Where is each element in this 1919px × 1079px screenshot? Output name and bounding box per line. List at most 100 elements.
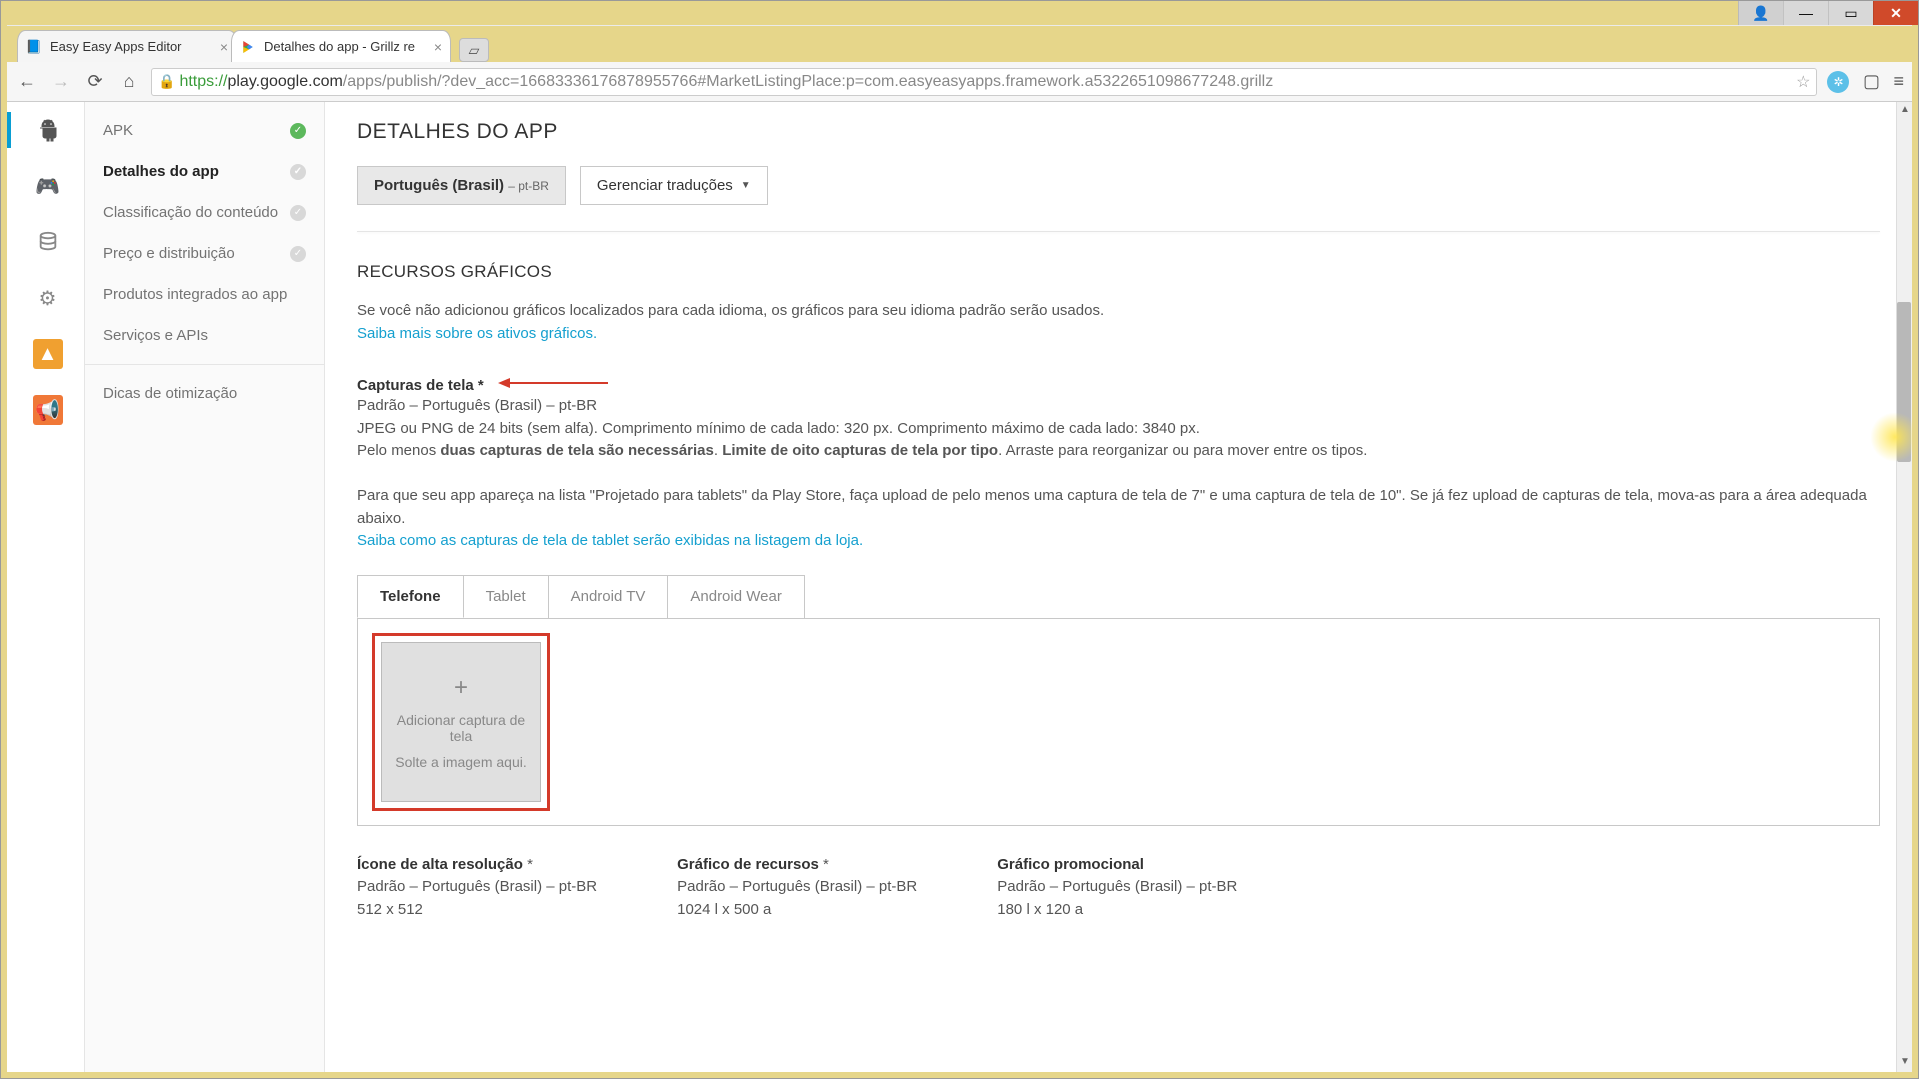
add-screenshot-button[interactable]: + Adicionar captura de tela Solte a imag… — [381, 642, 541, 802]
screenshot-drop-area[interactable]: + Adicionar captura de tela Solte a imag… — [357, 618, 1880, 826]
window-maximize-button[interactable]: ▭ — [1828, 1, 1873, 25]
tablet-note: Para que seu app apareça na lista "Proje… — [357, 487, 1867, 527]
sidebar-item-apk[interactable]: APK ✓ — [85, 110, 324, 151]
status-check-icon: ✓ — [290, 205, 306, 221]
asset-size: 512 x 512 — [357, 901, 423, 918]
req-suffix: . Arraste para reorganizar ou para mover… — [998, 442, 1367, 459]
url-host: play.google.com — [227, 73, 342, 91]
asset-lang: Padrão – Português (Brasil) – pt-BR — [357, 878, 597, 895]
device-tab-tablet[interactable]: Tablet — [463, 575, 549, 618]
manage-translations-button[interactable]: Gerenciar traduções — [580, 166, 768, 205]
sidebar-item-dicas[interactable]: Dicas de otimização — [85, 373, 324, 414]
panel-icon[interactable]: ▢ — [1859, 71, 1883, 92]
sidebar-item-detalhes[interactable]: Detalhes do app ✓ — [85, 151, 324, 192]
sidebar-item-label: Classificação do conteúdo — [103, 204, 278, 221]
plus-icon: + — [454, 674, 468, 702]
window-minimize-button[interactable]: — — [1783, 1, 1828, 25]
screenshots-label: Capturas de tela * — [357, 377, 484, 394]
page-title: DETALHES DO APP — [357, 120, 1880, 144]
rail-warning-icon[interactable]: ▲ — [7, 336, 84, 372]
screenshots-label-text: Capturas de tela — [357, 377, 474, 394]
asset-title: Gráfico promocional — [997, 856, 1144, 873]
scroll-down-icon[interactable]: ▼ — [1898, 1056, 1912, 1070]
asset-promo-graphic: Gráfico promocional Padrão – Português (… — [997, 854, 1237, 922]
divider — [357, 231, 1880, 232]
section-title: RECURSOS GRÁFICOS — [357, 262, 1880, 282]
red-arrow-annotation — [498, 376, 608, 395]
scroll-up-icon[interactable]: ▲ — [1898, 104, 1912, 118]
asset-lang: Padrão – Português (Brasil) – pt-BR — [997, 878, 1237, 895]
req-bold2: Limite de oito capturas de tela por tipo — [722, 442, 998, 459]
required-asterisk: * — [478, 377, 484, 394]
url-path: /apps/publish/?dev_acc=16683336176878955… — [343, 73, 1273, 91]
sidebar-item-label: Serviços e APIs — [103, 327, 208, 344]
spec-text: JPEG ou PNG de 24 bits (sem alfa). Compr… — [357, 420, 1200, 437]
extension-icon[interactable]: ✲ — [1827, 71, 1849, 93]
language-main: Português (Brasil) — [374, 177, 504, 194]
sidebar: APK ✓ Detalhes do app ✓ Classificação do… — [85, 102, 325, 1072]
rail-gear-icon[interactable]: ⚙ — [7, 280, 84, 316]
status-check-icon: ✓ — [290, 123, 306, 139]
device-tab-telefone[interactable]: Telefone — [357, 575, 464, 618]
main-panel: DETALHES DO APP Português (Brasil) – pt-… — [325, 102, 1912, 1072]
browser-toolbar: ← → ⟳ ⌂ 🔒 https://play.google.com/apps/p… — [7, 62, 1912, 102]
favicon-play — [240, 39, 256, 55]
asset-title: Gráfico de recursos — [677, 856, 819, 873]
chrome-menu-button[interactable]: ≡ — [1893, 71, 1904, 92]
sidebar-item-label: Preço e distribuição — [103, 245, 235, 262]
rail-android-icon[interactable] — [7, 112, 84, 148]
url-bar[interactable]: 🔒 https://play.google.com/apps/publish/?… — [151, 68, 1817, 96]
tab-title: Detalhes do app - Grillz re — [264, 39, 428, 54]
learn-more-link[interactable]: Saiba mais sobre os ativos gráficos. — [357, 325, 597, 342]
required-asterisk: * — [823, 856, 829, 873]
language-selector[interactable]: Português (Brasil) – pt-BR — [357, 166, 566, 205]
home-button[interactable]: ⌂ — [117, 71, 141, 92]
vertical-scrollbar[interactable]: ▲ ▼ — [1896, 102, 1912, 1072]
asset-title: Ícone de alta resolução — [357, 856, 523, 873]
lock-icon: 🔒 — [158, 73, 175, 90]
rail-campaign-icon[interactable]: 📢 — [7, 392, 84, 428]
tab-close-icon[interactable]: × — [434, 39, 442, 55]
asset-feature-graphic: Gráfico de recursos * Padrão – Português… — [677, 854, 917, 922]
manage-translations-label: Gerenciar traduções — [597, 177, 733, 194]
browser-tabstrip: 📘 Easy Easy Apps Editor × Detalhes do ap… — [7, 26, 1912, 62]
device-tabs: Telefone Tablet Android TV Android Wear — [357, 575, 1880, 618]
new-tab-button[interactable]: ▱ — [459, 38, 489, 62]
left-rail: 🎮 ⚙ ▲ 📢 — [7, 102, 85, 1072]
reload-button[interactable]: ⟳ — [83, 71, 107, 92]
add-screenshot-label: Adicionar captura de tela — [390, 712, 532, 744]
browser-tab[interactable]: 📘 Easy Easy Apps Editor × — [17, 30, 237, 62]
sidebar-item-produtos[interactable]: Produtos integrados ao app — [85, 274, 324, 315]
window-user-button[interactable]: 👤 — [1738, 1, 1783, 25]
asset-icon-hires: Ícone de alta resolução * Padrão – Portu… — [357, 854, 597, 922]
sidebar-item-classificacao[interactable]: Classificação do conteúdo ✓ — [85, 192, 324, 233]
status-check-icon: ✓ — [290, 164, 306, 180]
req-bold1: duas capturas de tela são necessárias — [440, 442, 713, 459]
tab-close-icon[interactable]: × — [220, 39, 228, 55]
device-tab-androidtv[interactable]: Android TV — [548, 575, 669, 618]
status-check-icon: ✓ — [290, 246, 306, 262]
asset-size: 180 l x 120 a — [997, 901, 1083, 918]
drop-here-label: Solte a imagem aqui. — [395, 754, 527, 770]
sidebar-item-servicos[interactable]: Serviços e APIs — [85, 315, 324, 356]
tablet-link[interactable]: Saiba como as capturas de tela de tablet… — [357, 532, 863, 549]
rail-database-icon[interactable] — [7, 224, 84, 260]
forward-button[interactable]: → — [49, 71, 73, 92]
asset-lang: Padrão – Português (Brasil) – pt-BR — [677, 878, 917, 895]
section-intro: Se você não adicionou gráficos localizad… — [357, 302, 1104, 319]
rail-gamepad-icon[interactable]: 🎮 — [7, 168, 84, 204]
url-scheme: https:// — [179, 73, 227, 91]
sidebar-item-label: Produtos integrados ao app — [103, 286, 287, 303]
scrollbar-thumb[interactable] — [1897, 302, 1911, 462]
favicon-easyapps: 📘 — [26, 39, 42, 55]
device-tab-androidwear[interactable]: Android Wear — [667, 575, 804, 618]
bookmark-star-icon[interactable]: ☆ — [1796, 72, 1810, 92]
back-button[interactable]: ← — [15, 71, 39, 92]
req-mid: . — [714, 442, 722, 459]
sidebar-item-preco[interactable]: Preço e distribuição ✓ — [85, 233, 324, 274]
default-lang-text: Padrão – Português (Brasil) – pt-BR — [357, 397, 597, 414]
browser-tab-active[interactable]: Detalhes do app - Grillz re × — [231, 30, 451, 62]
sidebar-divider — [85, 364, 324, 365]
required-asterisk: * — [527, 856, 533, 873]
window-close-button[interactable]: ✕ — [1873, 1, 1918, 25]
